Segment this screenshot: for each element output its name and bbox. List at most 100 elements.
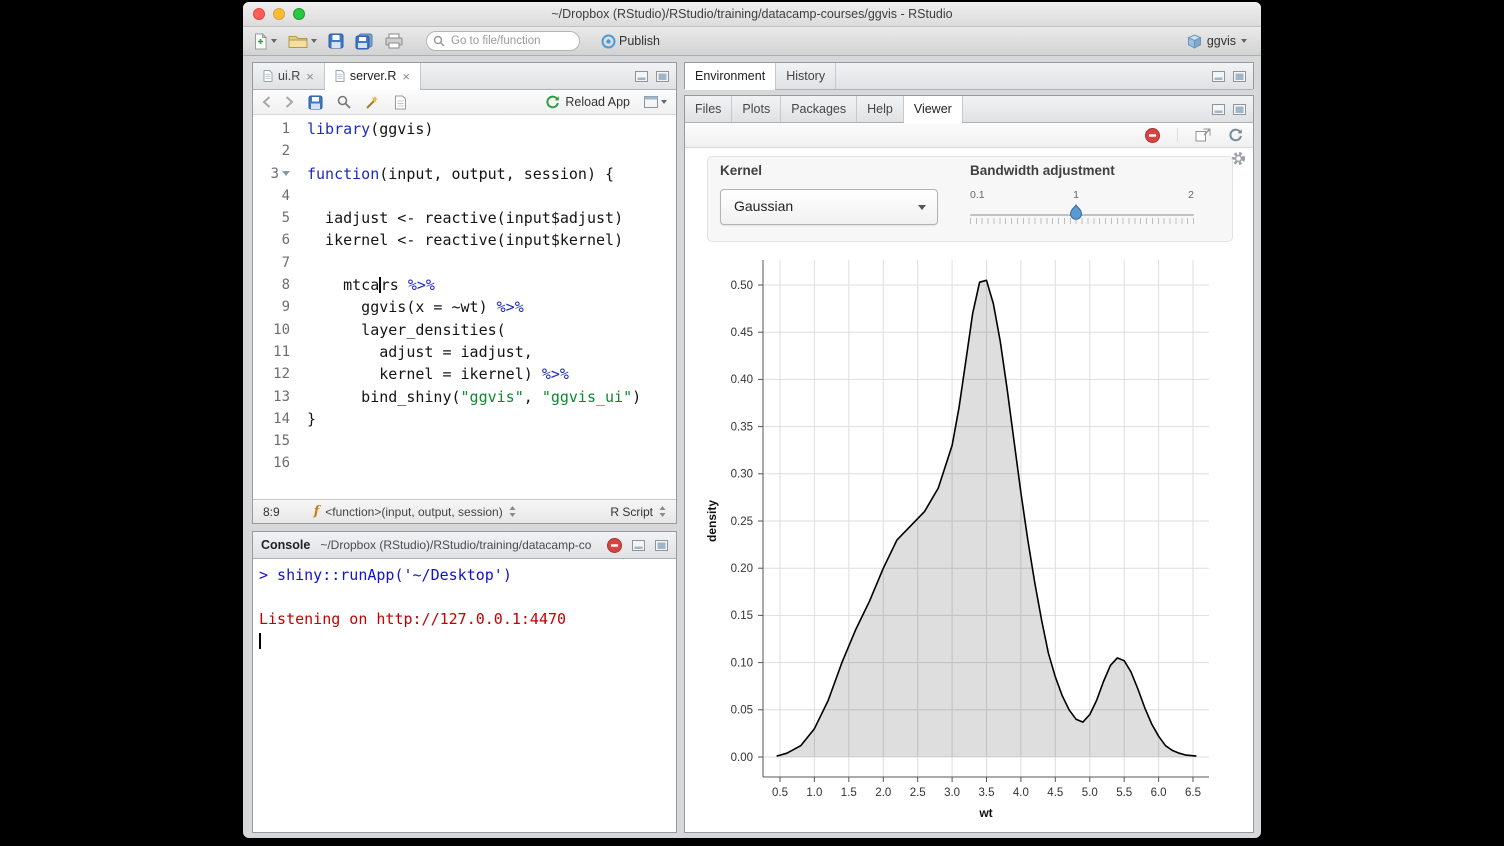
- new-file-button[interactable]: [253, 33, 277, 50]
- code-token: %>%: [497, 298, 524, 316]
- code-token: $kernel: [551, 231, 614, 249]
- slider-max-label: 2: [1188, 189, 1194, 201]
- back-icon[interactable]: [262, 96, 271, 108]
- open-file-button[interactable]: [288, 34, 317, 49]
- open-file-icon: [288, 34, 308, 49]
- code-token: %>%: [408, 276, 435, 294]
- tab-files[interactable]: Files: [685, 96, 732, 122]
- tab-label: Files: [695, 102, 721, 116]
- maximize-icon[interactable]: [1233, 71, 1246, 82]
- console-working-directory: ~/Dropbox (RStudio)/RStudio/training/dat…: [320, 538, 597, 552]
- code-line: 14}: [253, 408, 676, 430]
- tab-environment[interactable]: Environment: [685, 63, 776, 89]
- viewer-pane: Files PlotsPackages Help Viewer Kernel Gaus…: [684, 95, 1254, 833]
- refresh-icon[interactable]: [1228, 128, 1243, 143]
- app-run-menu[interactable]: [644, 96, 667, 108]
- reload-app-button[interactable]: Reload App: [545, 95, 630, 110]
- tab-ui-r[interactable]: ui.R×: [253, 63, 325, 89]
- line-number: 16: [253, 452, 299, 474]
- code-line: 9 ggvis(x = ~wt) %>%: [253, 296, 676, 318]
- console-line: [259, 586, 676, 608]
- tab-label: Help: [867, 102, 893, 116]
- tab-server-r[interactable]: server.R×: [325, 63, 421, 89]
- code-text: [299, 252, 307, 274]
- code-token: kernel = ikernel): [307, 365, 542, 383]
- code-token: }: [307, 410, 316, 428]
- shiny-controls-panel: Kernel Gaussian Bandwidth adjustment 0.1…: [707, 156, 1233, 242]
- code-token: layer_densities(: [307, 321, 506, 339]
- code-editor[interactable]: 1library(ggvis)23function(input, output,…: [253, 115, 676, 499]
- fold-icon[interactable]: [282, 171, 290, 176]
- svg-text:4.0: 4.0: [1013, 787, 1029, 799]
- window-title: ~/Dropbox (RStudio)/RStudio/training/dat…: [243, 2, 1261, 26]
- code-token: ggvis(x = ~wt): [307, 298, 497, 316]
- svg-text:3.0: 3.0: [944, 787, 960, 799]
- tab-packages[interactable]: Packages: [781, 96, 857, 122]
- code-text: ikernel <- reactive(input$kernel): [299, 229, 623, 251]
- stop-icon[interactable]: [607, 538, 622, 553]
- viewer-content: Kernel Gaussian Bandwidth adjustment 0.1…: [685, 148, 1253, 832]
- code-token: "ggvis_ui": [542, 388, 632, 406]
- chevron-down-icon: [271, 39, 277, 43]
- line-number: 10: [253, 319, 299, 341]
- svg-text:0.45: 0.45: [731, 327, 753, 339]
- code-line: 11 adjust = iadjust,: [253, 341, 676, 363]
- bandwidth-slider[interactable]: 0.1 1 2: [970, 187, 1194, 237]
- code-token: ikernel <- reactive(input: [307, 231, 551, 249]
- kernel-selected-value: Gaussian: [734, 198, 793, 214]
- line-number: 7: [253, 252, 299, 274]
- tab-plots[interactable]: Plots: [732, 96, 781, 122]
- tab-viewer[interactable]: Viewer: [904, 96, 963, 122]
- code-text: [299, 185, 307, 207]
- maximize-icon[interactable]: [1233, 104, 1246, 115]
- compile-icon[interactable]: [394, 95, 407, 110]
- project-menu[interactable]: ggvis: [1187, 34, 1251, 49]
- goto-file-input[interactable]: [449, 33, 575, 49]
- close-icon[interactable]: ×: [306, 69, 314, 84]
- save-icon[interactable]: [308, 95, 323, 110]
- file-type-selector[interactable]: R Script: [610, 505, 653, 519]
- svg-text:6.5: 6.5: [1185, 787, 1201, 799]
- goto-file-search[interactable]: [426, 31, 580, 51]
- slider-handle[interactable]: [1069, 204, 1083, 220]
- screen: ~/Dropbox (RStudio)/RStudio/training/dat…: [0, 0, 1504, 846]
- code-line: 1library(ggvis): [253, 118, 676, 140]
- code-text: [299, 140, 307, 162]
- svg-text:6.0: 6.0: [1151, 787, 1167, 799]
- code-token: bind_shiny(: [307, 388, 461, 406]
- new-window-icon[interactable]: [1195, 128, 1211, 142]
- minimize-icon[interactable]: [635, 71, 648, 82]
- stop-icon[interactable]: [1145, 128, 1160, 143]
- save-all-icon[interactable]: [355, 33, 374, 50]
- save-icon[interactable]: [328, 33, 344, 49]
- maximize-icon[interactable]: [656, 71, 669, 82]
- print-icon[interactable]: [385, 33, 403, 49]
- code-line: 13 bind_shiny("ggvis", "ggvis_ui"): [253, 386, 676, 408]
- svg-text:0.00: 0.00: [731, 752, 753, 764]
- svg-text:0.15: 0.15: [731, 610, 753, 622]
- tab-help[interactable]: Help: [857, 96, 904, 122]
- minimize-icon[interactable]: [632, 540, 645, 551]
- publish-button[interactable]: Publish: [601, 34, 660, 49]
- console-title[interactable]: Console: [261, 538, 310, 552]
- console-line: Listening on http://127.0.0.1:4470: [259, 608, 676, 630]
- maximize-icon[interactable]: [655, 540, 668, 551]
- code-text: bind_shiny("ggvis", "ggvis_ui"): [299, 386, 641, 408]
- minimize-icon[interactable]: [1212, 71, 1225, 82]
- console-line: > shiny::runApp('~/Desktop'): [259, 564, 676, 586]
- kernel-select[interactable]: Gaussian: [720, 189, 938, 225]
- reload-app-label: Reload App: [565, 95, 630, 109]
- scope-selector[interactable]: <function>(input, output, session): [325, 505, 502, 519]
- code-token: (ggvis): [370, 120, 433, 138]
- console-output[interactable]: > shiny::runApp('~/Desktop') Listening o…: [253, 559, 676, 832]
- close-icon[interactable]: ×: [402, 69, 410, 84]
- find-icon[interactable]: [337, 95, 351, 109]
- svg-text:3.5: 3.5: [979, 787, 995, 799]
- code-tools-icon[interactable]: [365, 95, 380, 110]
- gear-icon[interactable]: [1231, 151, 1246, 166]
- main-toolbar: Publish ggvis: [243, 27, 1261, 56]
- forward-icon[interactable]: [285, 96, 294, 108]
- tab-history[interactable]: History: [776, 63, 836, 89]
- minimize-icon[interactable]: [1212, 104, 1225, 115]
- code-token: "ggvis": [461, 388, 524, 406]
